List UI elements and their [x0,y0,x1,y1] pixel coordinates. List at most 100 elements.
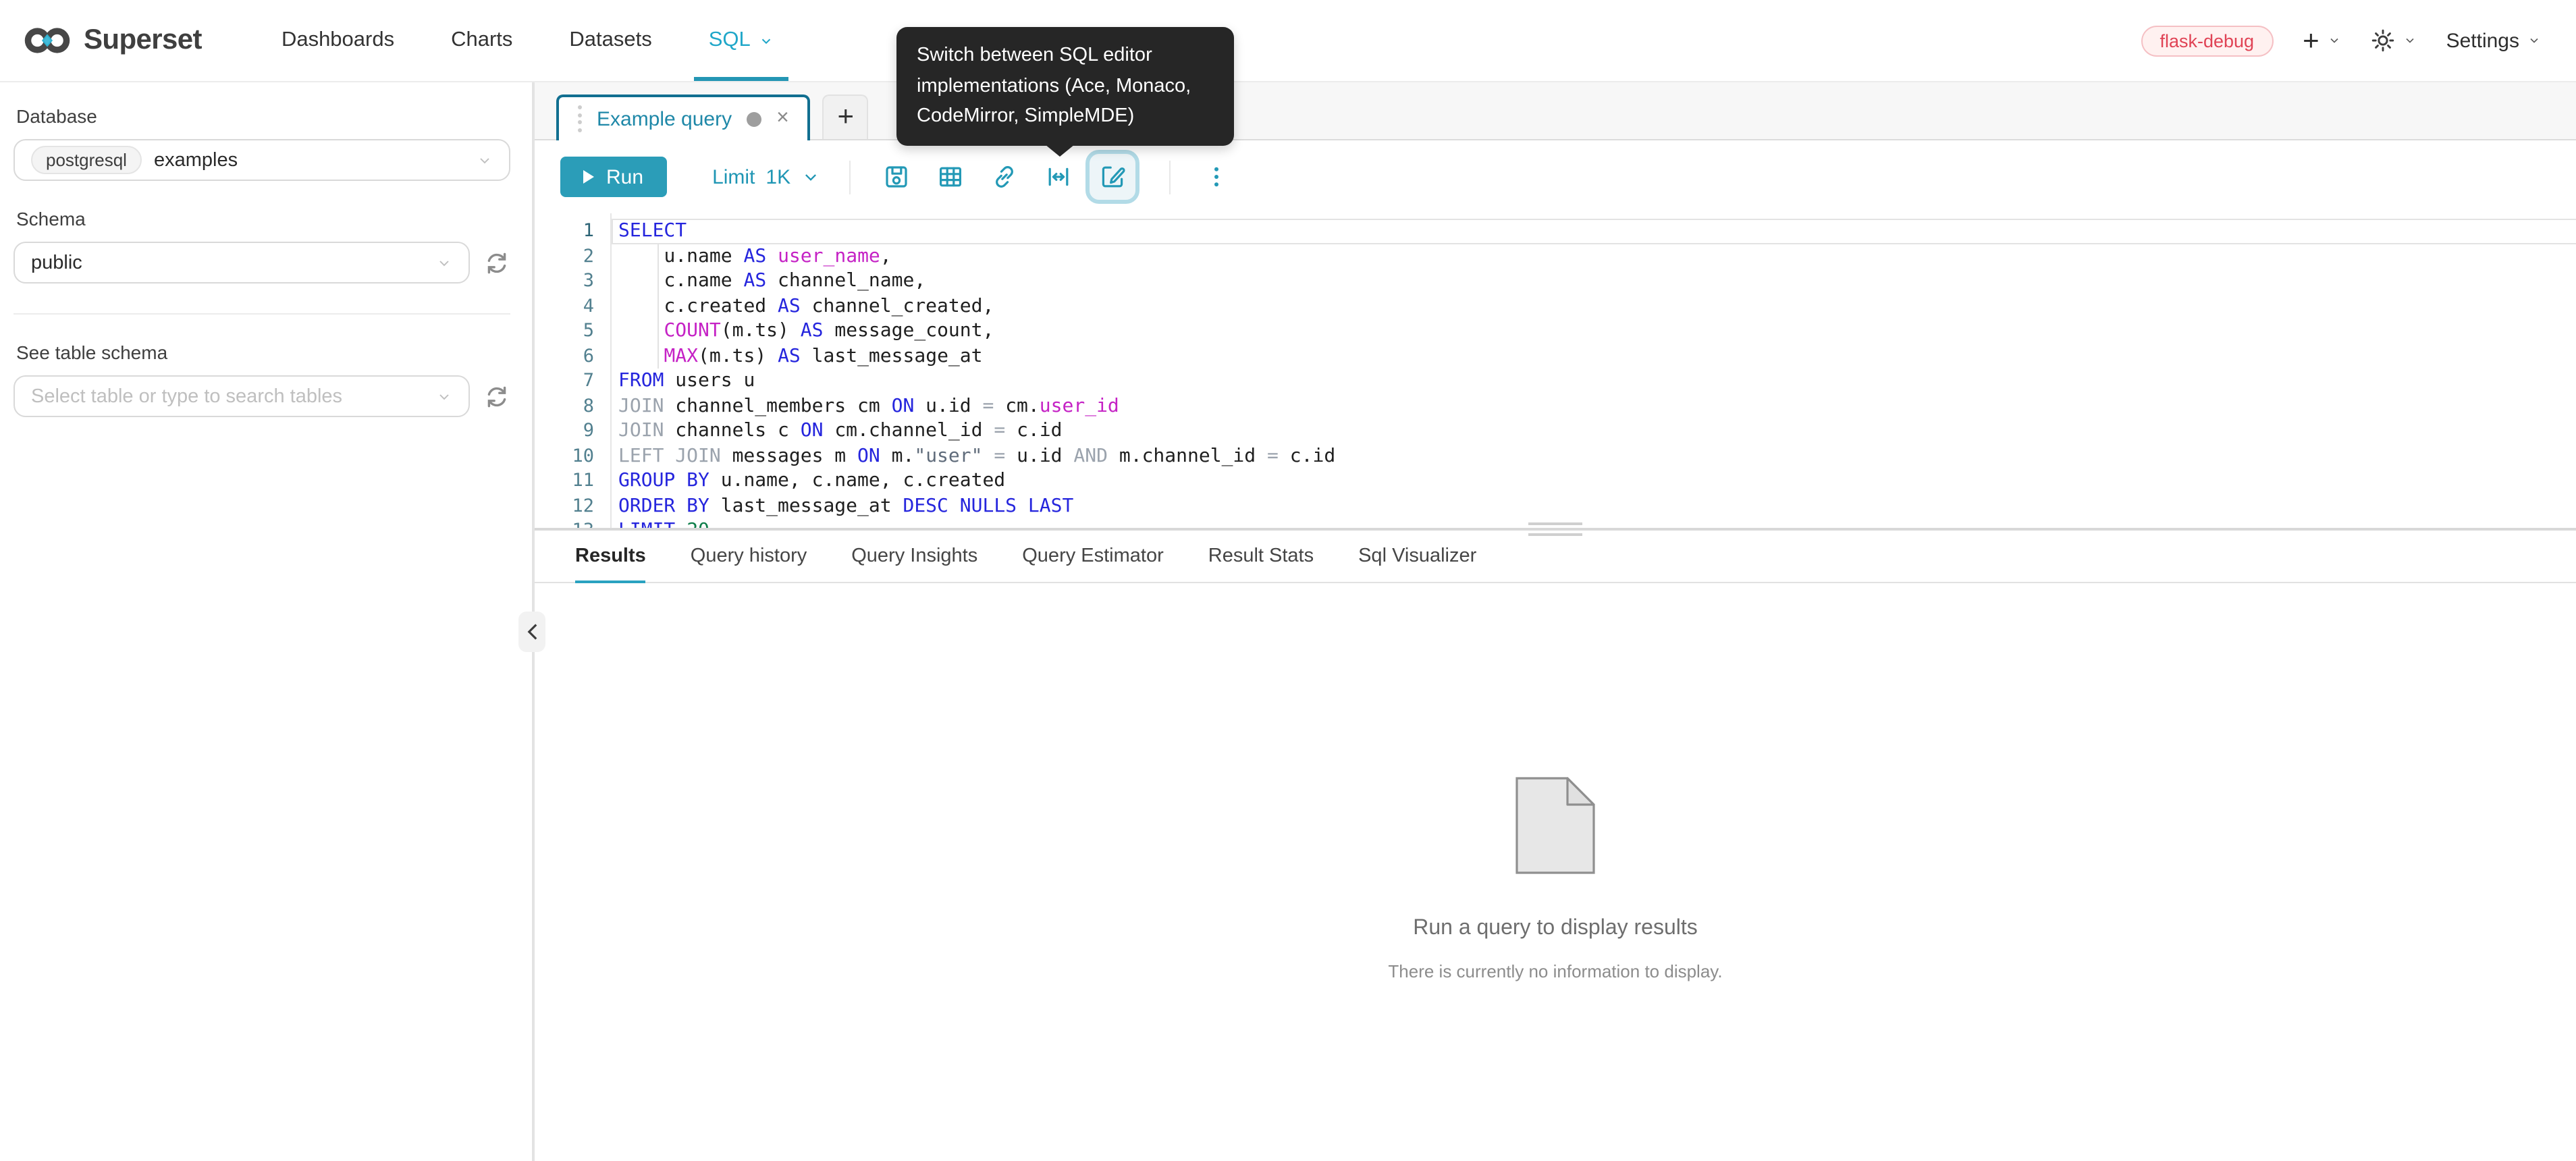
code-line-3[interactable]: 3 c.name AS channel_name, [535,269,2576,294]
link-icon[interactable] [990,163,1017,190]
new-tab-button[interactable]: + [823,94,869,139]
table-select[interactable]: Select table or type to search tables [14,375,470,417]
plus-icon: + [2303,26,2319,55]
limit-label: Limit [712,165,755,188]
new-item-button[interactable]: + [2303,26,2341,55]
unsaved-indicator-dot [747,111,761,126]
nav-item-sql[interactable]: SQL [680,0,802,81]
chevron-down-icon [477,152,493,168]
main-nav: Dashboards Charts Datasets SQL [253,0,802,81]
results-panel: Results Query history Query Insights Query … [535,531,2576,1161]
code-line-10[interactable]: 10LEFT JOIN messages m ON m."user" = u.i… [535,443,2576,468]
resize-grip [1528,533,1582,536]
line-code: MAX(m.ts) AS last_message_at [610,344,983,369]
results-tab-query-history[interactable]: Query history [691,545,807,583]
chevron-left-icon [525,622,539,641]
sql-lab-sidebar: Database postgresql examples Schema publ… [0,82,535,1161]
line-number: 4 [535,294,610,319]
run-query-button[interactable]: Run [560,157,666,197]
code-line-1[interactable]: 1SELECT [535,219,2576,244]
line-number: 6 [535,344,610,369]
database-select[interactable]: postgresql examples [14,139,510,181]
nav-item-label: SQL [709,28,751,53]
nav-item-charts[interactable]: Charts [423,0,541,81]
settings-label: Settings [2446,29,2519,52]
nav-item-label: Datasets [569,28,651,53]
code-line-2[interactable]: 2 u.name AS user_name, [535,244,2576,269]
schema-select[interactable]: public [14,242,470,284]
nav-item-label: Charts [451,28,512,53]
database-engine-tag: postgresql [31,146,142,174]
refresh-schema-icon[interactable] [483,249,510,276]
line-number: 5 [535,319,610,344]
line-number: 8 [535,394,610,418]
refresh-tables-icon[interactable] [483,383,510,410]
editor-tabstrip: Example query × + [535,82,2576,140]
chevron-down-icon [2403,34,2417,47]
results-tab-results[interactable]: Results [575,545,646,583]
line-code: JOIN channel_members cm ON u.id = cm.use… [610,394,1119,418]
chevron-down-icon [2527,34,2541,47]
nav-item-label: Dashboards [281,28,394,53]
sidebar-divider [14,313,510,315]
schema-select-value: public [31,252,82,273]
chevron-down-icon [759,33,774,48]
line-code: SELECT [610,219,687,244]
results-tab-result-stats[interactable]: Result Stats [1208,545,1314,583]
query-tab[interactable]: Example query × [556,94,811,140]
more-vertical-icon[interactable] [1202,163,1229,190]
code-line-4[interactable]: 4 c.created AS channel_created, [535,294,2576,319]
editor-switch-tooltip: Switch between SQL editor implementation… [896,27,1234,145]
code-line-6[interactable]: 6 MAX(m.ts) AS last_message_at [535,344,2576,369]
empty-document-icon [1515,776,1596,875]
table-icon[interactable] [936,163,963,190]
drag-handle-icon[interactable] [578,106,582,132]
line-number: 7 [535,369,610,394]
code-line-9[interactable]: 9JOIN channels c ON cm.channel_id = c.id [535,418,2576,443]
results-tab-query-insights[interactable]: Query Insights [851,545,977,583]
line-code: JOIN channels c ON cm.channel_id = c.id [610,418,1063,443]
table-select-placeholder: Select table or type to search tables [31,385,342,407]
editor-results-resize-handle[interactable] [535,528,2576,531]
limit-value: 1K [766,165,790,188]
line-number: 3 [535,269,610,294]
switch-editor-button-highlighted[interactable] [1085,150,1139,204]
environment-badge: flask-debug [2141,25,2273,56]
line-number: 12 [535,493,610,518]
chevron-down-icon [801,168,819,186]
nav-item-datasets[interactable]: Datasets [541,0,680,81]
settings-menu[interactable]: Settings [2446,29,2541,52]
results-tab-query-estimator[interactable]: Query Estimator [1022,545,1164,583]
sql-code-editor[interactable]: 1SELECT2 u.name AS user_name,3 c.name AS… [535,213,2576,528]
switch-editor-icon[interactable] [1098,163,1125,190]
results-tab-sql-visualizer[interactable]: Sql Visualizer [1358,545,1476,583]
brand-name: Superset [84,24,202,57]
line-code: u.name AS user_name, [610,244,892,269]
row-limit-dropdown[interactable]: Limit 1K [712,165,819,188]
code-line-11[interactable]: 11GROUP BY u.name, c.name, c.created [535,468,2576,493]
nav-item-dashboards[interactable]: Dashboards [253,0,423,81]
line-number: 13 [535,518,610,528]
database-select-value: examples [154,149,238,171]
line-code: FROM users u [610,369,755,394]
code-line-12[interactable]: 12ORDER BY last_message_at DESC NULLS LA… [535,493,2576,518]
code-line-8[interactable]: 8JOIN channel_members cm ON u.id = cm.us… [535,394,2576,418]
resize-grip [1528,522,1582,525]
code-line-7[interactable]: 7FROM users u [535,369,2576,394]
chevron-down-icon [2328,34,2341,47]
navbar-right: flask-debug + Settings [2141,25,2541,56]
schema-label: Schema [16,208,510,230]
code-line-5[interactable]: 5 COUNT(m.ts) AS message_count, [535,319,2576,344]
chevron-down-icon [436,388,452,404]
toolbar-divider [849,160,850,194]
results-empty-state: Run a query to display results There is … [535,776,2576,981]
close-tab-icon[interactable]: × [776,108,789,130]
superset-logo[interactable]: Superset [22,24,202,57]
results-tabs: Results Query history Query Insights Query … [535,531,2576,583]
line-number: 10 [535,443,610,468]
empty-state-subtitle: There is currently no information to dis… [1388,961,1722,981]
theme-toggle-button[interactable] [2371,28,2417,53]
save-icon[interactable] [882,163,909,190]
collapse-sidebar-button[interactable] [518,612,545,652]
expand-width-icon[interactable] [1044,163,1071,190]
